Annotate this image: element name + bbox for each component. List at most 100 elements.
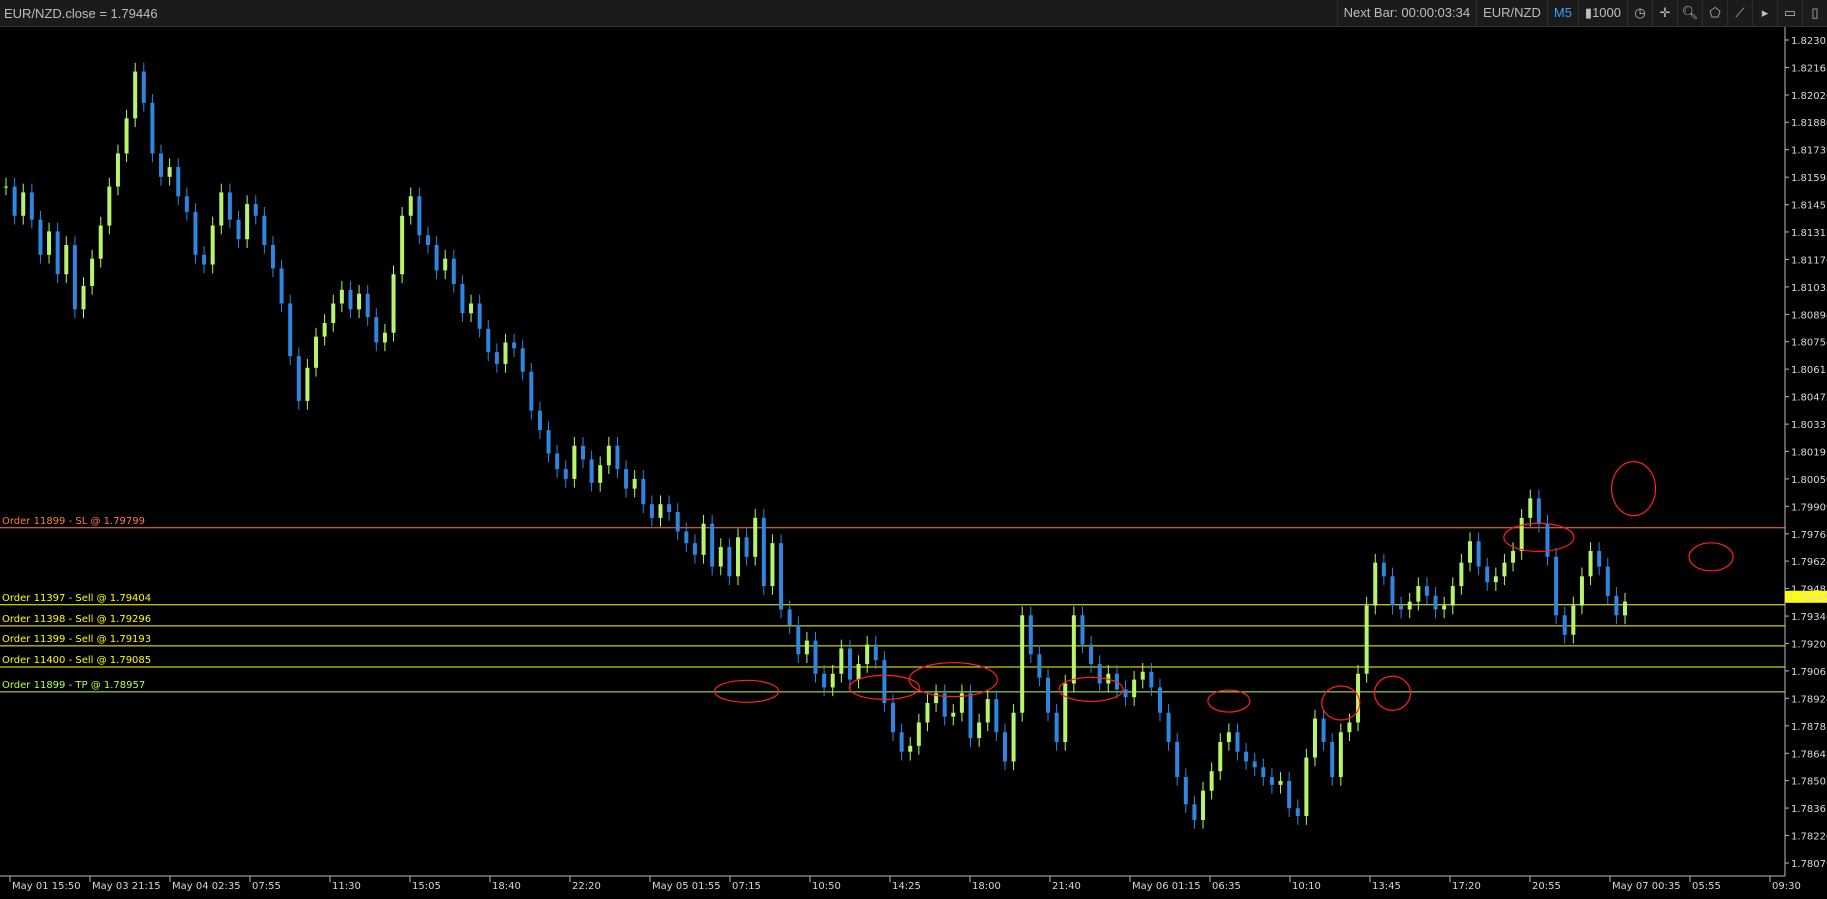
price-candle <box>1020 615 1025 713</box>
time-axis: May 01 15:50 May 03 21:15 May 04 02:35 07:5… <box>9 876 1801 892</box>
zoom-icon[interactable]: 🔍︎ <box>1677 0 1702 26</box>
price-candle <box>202 254 207 265</box>
price-candle <box>21 192 26 216</box>
time-tick-label: 07:15 <box>732 881 761 892</box>
price-candle <box>150 102 155 154</box>
price-candle <box>1381 562 1386 577</box>
price-candle <box>184 196 189 212</box>
price-tick-label: 1.82020 <box>1791 91 1827 102</box>
price-candle <box>865 644 870 665</box>
price-candle <box>29 192 34 220</box>
price-candle <box>667 504 672 513</box>
price-candle <box>1140 671 1145 680</box>
symbol-selector[interactable]: EUR/NZD <box>1476 0 1547 26</box>
clock-icon[interactable]: ◷ <box>1627 0 1652 26</box>
time-tick-label: 06:35 <box>1212 881 1241 892</box>
price-candle <box>882 660 887 703</box>
price-candle <box>1588 550 1593 577</box>
price-candle <box>1614 595 1619 616</box>
price-candle <box>1442 605 1447 610</box>
time-tick-label: May 06 01:15 <box>1132 881 1201 892</box>
price-candle <box>1545 523 1550 557</box>
price-candle <box>873 644 878 661</box>
price-tick-label: 1.81176 <box>1791 255 1827 266</box>
price-candle <box>365 293 370 318</box>
price-candle <box>632 478 637 489</box>
price-candle <box>675 512 680 532</box>
price-tick-label: 1.82302 <box>1791 36 1827 47</box>
time-tick-label: May 01 15:50 <box>12 881 81 892</box>
time-tick-label: 07:55 <box>252 881 281 892</box>
next-icon[interactable]: ▸ <box>1752 0 1777 26</box>
price-candle <box>1330 741 1335 778</box>
crosshair-icon[interactable]: ✛ <box>1652 0 1677 26</box>
price-candle <box>839 648 844 674</box>
trendline-icon[interactable]: ⟋ <box>1727 0 1752 26</box>
price-candle <box>1321 718 1326 742</box>
volume-setting[interactable]: ▮1000 <box>1577 0 1627 26</box>
highlight-ellipse <box>714 679 780 703</box>
price-candle <box>925 702 930 723</box>
price-candle <box>779 543 784 610</box>
price-candle <box>1312 718 1317 758</box>
price-candle <box>1011 712 1016 762</box>
price-candle <box>1390 576 1395 606</box>
timeframe-selector[interactable]: M5 <box>1546 0 1578 26</box>
disabled-icon: ▭ <box>1777 0 1802 26</box>
price-candle <box>977 722 982 739</box>
price-candle <box>537 410 542 431</box>
panel-icon[interactable]: ▯ <box>1802 0 1827 26</box>
price-tick-label: 1.81457 <box>1791 201 1827 212</box>
price-candle <box>81 285 86 310</box>
time-tick-label: May 07 00:35 <box>1612 881 1681 892</box>
time-tick-label: 05:55 <box>1692 881 1721 892</box>
price-candle <box>72 245 77 310</box>
price-chart[interactable]: Order 11899 - SL @ 1.79799 Order 11397 - … <box>0 27 1827 899</box>
price-candle <box>1347 722 1352 733</box>
time-tick-label: 21:40 <box>1052 881 1081 892</box>
price-candle <box>1244 751 1249 762</box>
price-candle <box>124 118 129 154</box>
price-candle <box>735 537 740 577</box>
price-candle <box>460 283 465 314</box>
time-tick-label: 22:20 <box>572 881 601 892</box>
price-candle <box>718 547 723 567</box>
price-tick-label: 1.78361 <box>1791 804 1827 815</box>
price-candle <box>1511 550 1516 563</box>
price-candle <box>753 517 758 557</box>
price-candle <box>382 332 387 343</box>
price-candle <box>512 342 517 349</box>
price-candle <box>1192 804 1197 820</box>
price-candle <box>804 640 809 655</box>
order-label: Order 11399 - Sell @ 1.79193 <box>2 634 151 645</box>
price-candle <box>4 186 8 188</box>
price-candle <box>658 504 663 518</box>
price-candle <box>339 289 344 304</box>
price-candle <box>710 523 715 567</box>
price-tick-label: 1.78220 <box>1791 832 1827 843</box>
price-candle <box>1278 780 1283 785</box>
current-price-label: 1.79445 <box>1788 593 1827 604</box>
time-tick-label: 14:25 <box>892 881 921 892</box>
price-candle <box>494 352 499 364</box>
price-candle <box>477 303 482 329</box>
price-candle <box>1287 780 1292 809</box>
price-candle <box>1071 615 1076 684</box>
price-candle <box>90 258 95 286</box>
price-candle <box>856 664 861 680</box>
price-candle <box>270 245 275 269</box>
price-candle <box>1097 664 1102 684</box>
price-candle <box>589 459 594 483</box>
price-candle <box>1528 498 1533 518</box>
price-tick-label: 1.80331 <box>1791 420 1827 431</box>
price-candle <box>1467 541 1472 563</box>
highlight-ellipse <box>1373 675 1412 711</box>
price-candle <box>1132 679 1137 698</box>
price-candle <box>1166 712 1171 742</box>
price-tick-label: 1.80754 <box>1791 338 1827 349</box>
price-candle <box>968 693 973 739</box>
pentagon-icon[interactable]: ⬠ <box>1702 0 1727 26</box>
price-candle <box>847 648 852 680</box>
order-label: Order 11899 - TP @ 1.78957 <box>2 680 145 691</box>
time-tick-label: 11:30 <box>332 881 361 892</box>
